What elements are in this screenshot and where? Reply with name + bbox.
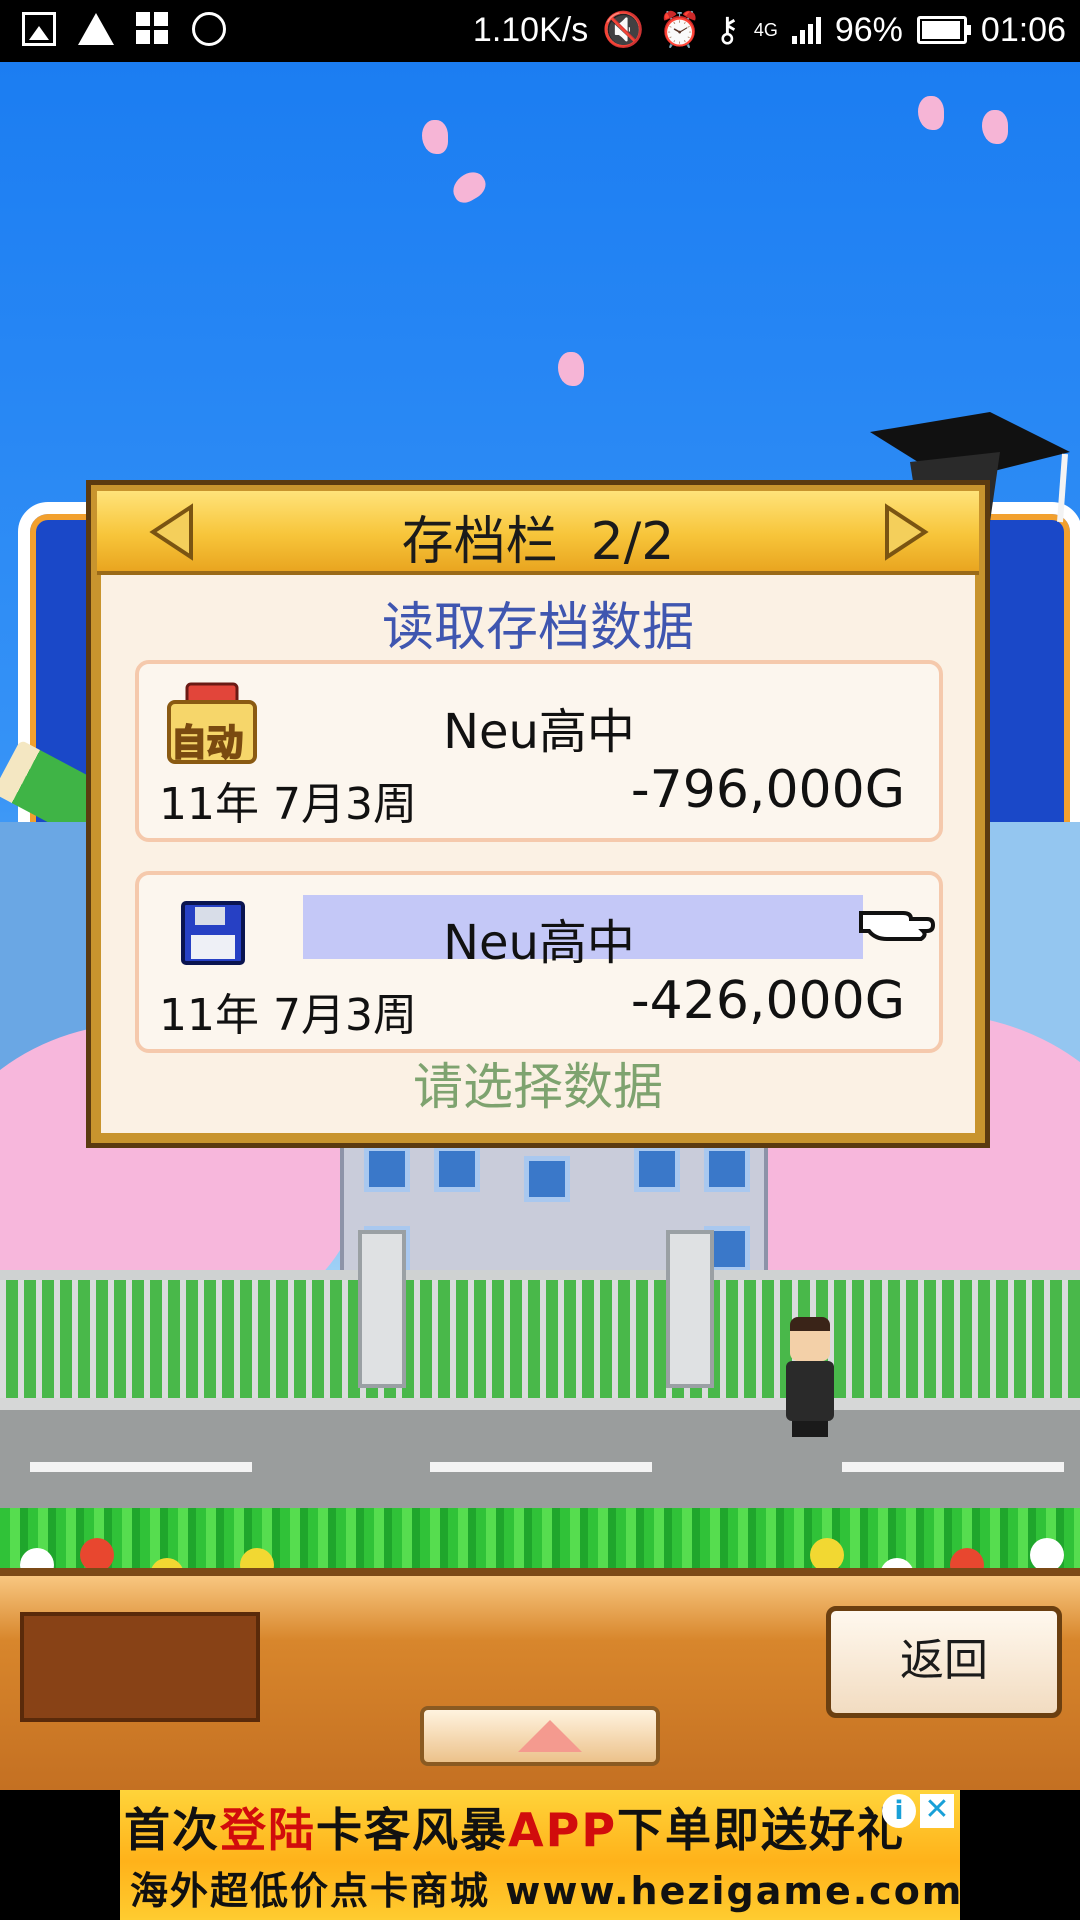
ad-text: 首次	[124, 1803, 220, 1857]
notification-icons	[22, 12, 226, 46]
petal-icon	[447, 167, 491, 207]
battery-icon	[916, 16, 971, 44]
arrow-up-icon	[518, 1720, 582, 1752]
ad-text: 下单即送好礼	[617, 1803, 906, 1857]
ad-subline: 海外超低价点卡商城 www.hezigame.com	[130, 1869, 960, 1913]
dialog-hint: 请选择数据	[413, 1058, 663, 1116]
net-speed: 1.10K/s	[472, 10, 589, 49]
ad-banner[interactable]: 首次登陆卡客风暴APP下单即送好礼 海外超低价点卡商城 www.hezigame…	[120, 1790, 960, 1920]
slot-date: 11年 7月3周	[159, 779, 417, 830]
info-panel	[20, 1612, 260, 1722]
ad-text: 登陆	[220, 1803, 316, 1857]
petal-icon	[422, 120, 448, 154]
slot-school-name: Neu高中	[443, 915, 635, 971]
ad-headline: 首次登陆卡客风暴APP下单即送好礼	[124, 1794, 905, 1860]
ad-text: 卡客风暴	[316, 1803, 508, 1857]
back-button[interactable]: 返回	[826, 1606, 1062, 1718]
school-fence	[0, 1270, 1080, 1410]
petal-icon	[558, 352, 584, 386]
image-icon	[22, 12, 56, 46]
dialog-body: 读取存档数据 自动 Neu高中 11年 7月3周 -796,000G Neu高中	[101, 575, 975, 1133]
mute-icon: 🔇	[602, 11, 645, 49]
scroll-up-button[interactable]	[420, 1706, 660, 1766]
ad-text: APP	[508, 1803, 618, 1857]
clock: 01:06	[980, 10, 1066, 49]
dialog-title: 存档栏 2/2	[401, 512, 675, 572]
arrow-right-icon	[885, 503, 929, 561]
slot-date: 11年 7月3周	[159, 990, 417, 1041]
petal-icon	[982, 110, 1008, 144]
slot-money: -426,000G	[630, 971, 905, 1031]
gate-pillar	[358, 1230, 406, 1388]
student-character	[780, 1317, 840, 1437]
signal-icon	[791, 16, 821, 44]
system-indicators: 1.10K/s 🔇 ⏰ ⚷ 4G 96% 01:06	[473, 10, 1066, 50]
alarm-icon: ⏰	[658, 11, 701, 49]
network-type: 4G	[753, 19, 778, 40]
ad-info-icon[interactable]: i	[882, 1794, 916, 1828]
slot-school-name: Neu高中	[443, 704, 635, 760]
apps-icon	[136, 12, 170, 46]
key-icon: ⚷	[714, 11, 740, 49]
warning-icon	[78, 13, 114, 45]
chat-icon	[192, 12, 226, 46]
road	[0, 1398, 1080, 1520]
gate-pillar	[666, 1230, 714, 1388]
dialog-subtitle: 读取存档数据	[381, 598, 694, 658]
bottom-control-bar: 返回	[0, 1568, 1080, 1790]
save-slot-dialog: 存档栏 2/2 读取存档数据 自动 Neu高中 11年 7月3周 -796,00…	[86, 480, 990, 1148]
save-slot-manual[interactable]: Neu高中 11年 7月3周 -426,000G	[135, 871, 943, 1053]
dialog-header: 存档栏 2/2	[97, 491, 979, 575]
pointing-hand-icon	[859, 911, 935, 941]
status-bar: 1.10K/s 🔇 ⏰ ⚷ 4G 96% 01:06	[0, 0, 1080, 62]
ad-close-icon[interactable]: ✕	[920, 1794, 954, 1828]
battery-percent: 96%	[834, 10, 903, 49]
slot-money: -796,000G	[630, 760, 905, 820]
save-slot-auto[interactable]: 自动 Neu高中 11年 7月3周 -796,000G	[135, 660, 943, 842]
next-page-button[interactable]	[883, 503, 929, 561]
petal-icon	[918, 96, 944, 130]
